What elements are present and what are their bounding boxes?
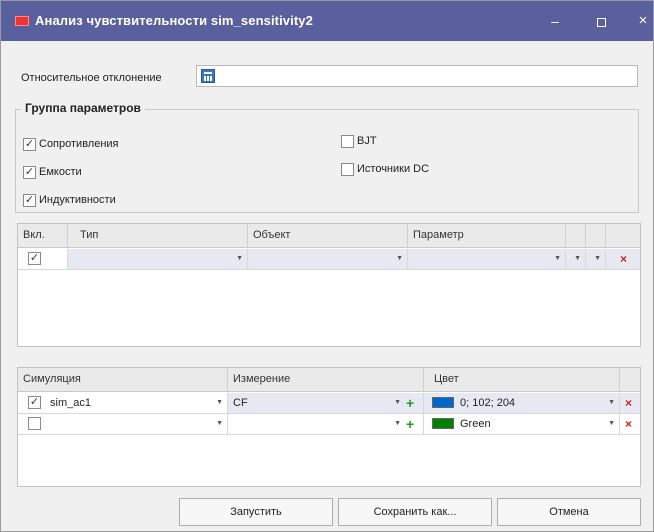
dropdown-arrow-icon: ▼: [554, 255, 561, 262]
dropdown-arrow-icon: ▼: [394, 399, 401, 406]
header-measurement: Измерение: [228, 368, 424, 392]
dropdown-arrow-icon: ▼: [216, 399, 223, 406]
cancel-button[interactable]: Отмена: [497, 498, 641, 526]
parameters-table-header: Вкл. Тип Объект Параметр: [18, 224, 640, 248]
row-enabled-checkbox[interactable]: [28, 417, 41, 430]
enabled-cell: ✓: [18, 249, 68, 270]
app-logo-icon: [15, 16, 29, 26]
extra-dropdown-1[interactable]: ▼: [566, 249, 586, 270]
inductances-checkbox[interactable]: ✓: [23, 194, 36, 207]
simulations-table: Симуляция Измерение Цвет ✓ sim_ac1 ▼ CF …: [17, 367, 641, 487]
add-measurement-icon[interactable]: +: [406, 414, 414, 434]
measurement-dropdown[interactable]: ▼ +: [228, 414, 424, 435]
table-row[interactable]: ▼ ▼ + Green ▼ ×: [18, 414, 640, 435]
color-swatch: [432, 418, 454, 429]
dropdown-arrow-icon: ▼: [394, 420, 401, 427]
delete-row-cell: ×: [620, 414, 640, 435]
maximize-button[interactable]: [587, 9, 615, 33]
parameters-table: Вкл. Тип Объект Параметр ✓ ▼ ▼ ▼ ▼ ▼ ×: [17, 223, 641, 347]
color-picker[interactable]: Green ▼: [424, 414, 620, 435]
delete-row-icon[interactable]: ×: [625, 414, 632, 434]
color-swatch: [432, 397, 454, 408]
dropdown-arrow-icon: ▼: [574, 255, 581, 262]
sensitivity-dialog: Анализ чувствительности sim_sensitivity2…: [0, 0, 654, 532]
dropdown-arrow-icon: ▼: [608, 399, 615, 406]
delete-row-icon[interactable]: ×: [620, 249, 627, 269]
table-row[interactable]: ✓ sim_ac1 ▼ CF ▼ + 0; 102; 204 ▼ ×: [18, 393, 640, 414]
parameter-group-title: Группа параметров: [21, 101, 145, 115]
header-object: Объект: [248, 224, 408, 248]
resistances-label: Сопротивления: [39, 138, 119, 150]
header-blank: [620, 368, 640, 392]
color-value: 0; 102; 204: [460, 397, 516, 409]
parameter-dropdown[interactable]: ▼: [408, 249, 566, 270]
extra-dropdown-2[interactable]: ▼: [586, 249, 606, 270]
bjt-checkbox[interactable]: [341, 135, 354, 148]
save-as-button[interactable]: Сохранить как...: [338, 498, 492, 526]
dropdown-arrow-icon: ▼: [216, 420, 223, 427]
header-enabled: Вкл.: [18, 224, 68, 248]
row-enabled-checkbox[interactable]: ✓: [28, 396, 41, 409]
simulation-dropdown[interactable]: ▼: [18, 414, 228, 435]
minimize-button[interactable]: –: [541, 9, 569, 33]
dc-sources-label: Источники DC: [357, 163, 430, 175]
bjt-label: BJT: [357, 135, 377, 147]
header-color: Цвет: [424, 368, 620, 392]
simulation-dropdown[interactable]: ✓ sim_ac1 ▼: [18, 393, 228, 414]
inductances-label: Индуктивности: [39, 194, 116, 206]
resistances-checkbox[interactable]: ✓: [23, 138, 36, 151]
measurement-dropdown[interactable]: CF ▼ +: [228, 393, 424, 414]
table-row[interactable]: ✓ ▼ ▼ ▼ ▼ ▼ ×: [18, 249, 640, 270]
header-type: Тип: [68, 224, 248, 248]
type-dropdown[interactable]: ▼: [68, 249, 248, 270]
relative-deviation-input[interactable]: [196, 65, 638, 87]
capacitances-checkbox[interactable]: ✓: [23, 166, 36, 179]
add-measurement-icon[interactable]: +: [406, 393, 414, 413]
delete-row-icon[interactable]: ×: [625, 393, 632, 413]
dropdown-arrow-icon: ▼: [396, 255, 403, 262]
relative-deviation-label: Относительное отклонение: [21, 72, 162, 84]
title-bar[interactable]: Анализ чувствительности sim_sensitivity2…: [1, 1, 653, 41]
window-title: Анализ чувствительности sim_sensitivity2: [35, 13, 313, 28]
header-blank-3: [606, 224, 640, 248]
delete-row-cell: ×: [606, 249, 640, 270]
maximize-icon: [596, 17, 606, 27]
run-button[interactable]: Запустить: [179, 498, 333, 526]
color-value: Green: [460, 418, 491, 430]
object-dropdown[interactable]: ▼: [248, 249, 408, 270]
row-enabled-checkbox[interactable]: ✓: [28, 252, 41, 265]
dropdown-arrow-icon: ▼: [594, 255, 601, 262]
simulations-table-header: Симуляция Измерение Цвет: [18, 368, 640, 392]
measurement-value: CF: [233, 397, 248, 409]
header-blank-1: [566, 224, 586, 248]
header-simulation: Симуляция: [18, 368, 228, 392]
header-parameter: Параметр: [408, 224, 566, 248]
dropdown-arrow-icon: ▼: [608, 420, 615, 427]
color-picker[interactable]: 0; 102; 204 ▼: [424, 393, 620, 414]
header-blank-2: [586, 224, 606, 248]
delete-row-cell: ×: [620, 393, 640, 414]
close-button[interactable]: ×: [629, 9, 654, 33]
dropdown-arrow-icon: ▼: [236, 255, 243, 262]
capacitances-label: Емкости: [39, 166, 82, 178]
simulation-value: sim_ac1: [50, 397, 91, 409]
calculator-icon[interactable]: [201, 69, 215, 83]
dc-sources-checkbox[interactable]: [341, 163, 354, 176]
